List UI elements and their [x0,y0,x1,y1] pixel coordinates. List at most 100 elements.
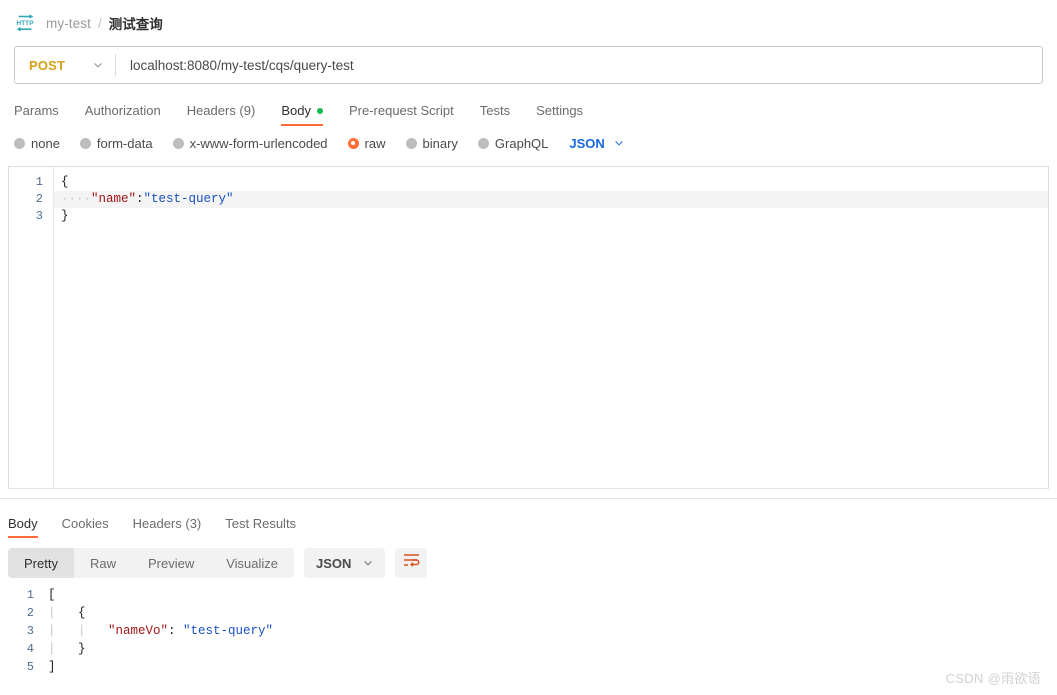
tab-tests[interactable]: Tests [480,103,510,126]
tab-authorization[interactable]: Authorization [85,103,161,126]
tab-settings-label: Settings [536,103,584,118]
code-line: ] [46,658,1057,676]
response-code: [ | { | | "nameVo": "test-query" | } ] [46,586,1057,676]
response-tab-body[interactable]: Body [8,516,38,538]
response-view-mode-group: Pretty Raw Preview Visualize [8,548,295,578]
response-tab-body-label: Body [8,516,38,531]
response-tab-cookies-label: Cookies [61,516,109,531]
line-number: 1 [26,588,34,602]
tab-headers-label: Headers (9) [186,103,256,118]
tab-params[interactable]: Params [14,103,59,126]
body-type-selector: none form-data x-www-form-urlencoded raw… [0,128,1057,158]
line-number: 1 [35,175,43,189]
view-mode-raw[interactable]: Raw [74,548,132,578]
code-line: | } [46,640,1057,658]
radio-selected-icon [347,137,359,149]
word-wrap-button[interactable] [395,548,428,578]
code-token: ] [48,660,56,674]
indent-guide: | [48,606,79,620]
tab-tests-label: Tests [479,103,511,118]
tab-body[interactable]: Body [281,103,323,126]
view-mode-pretty-label: Pretty [24,555,58,571]
body-format-label: JSON [569,135,605,151]
response-toolbar: Pretty Raw Preview Visualize JSON [0,548,1057,578]
tab-authorization-label: Authorization [84,103,161,118]
word-wrap-icon [403,553,420,573]
radio-icon [477,137,489,149]
body-type-binary-label: binary [422,135,458,151]
body-format-selector[interactable]: JSON [569,136,623,151]
view-mode-raw-label: Raw [89,555,116,571]
watermark: CSDN @雨欲语 [945,671,1041,686]
response-gutter: 1 2 3 4 5 [0,586,46,676]
indent-dots: ···· [61,192,92,206]
line-number: 4 [26,642,34,656]
breadcrumb-parent[interactable]: my-test [46,16,91,31]
line-number: 2 [35,192,43,206]
code-token: } [61,209,69,223]
code-line: { [54,174,1048,191]
request-url-bar: POST [14,46,1043,84]
svg-text:HTTP: HTTP [16,20,34,27]
http-method-selector[interactable]: POST [15,47,115,83]
code-line: ····"name":"test-query" [54,191,1048,208]
view-mode-preview-label: Preview [147,555,195,571]
code-token-string: "test-query" [143,192,234,206]
tab-headers[interactable]: Headers (9) [187,103,256,126]
line-number: 2 [26,606,34,620]
code-token-punc: : [168,624,184,638]
body-type-raw[interactable]: raw [347,135,386,151]
line-number: 5 [26,660,34,674]
body-type-graphql-label: GraphQL [494,135,549,151]
request-url-input[interactable] [116,47,1042,83]
code-token: { [78,606,86,620]
request-body-editor[interactable]: 1 2 3 { ····"name":"test-query" } [8,166,1049,489]
view-mode-preview[interactable]: Preview [132,548,210,578]
view-mode-visualize[interactable]: Visualize [210,548,294,578]
response-tab-test-results[interactable]: Test Results [225,516,296,538]
chevron-down-icon [363,558,373,568]
breadcrumb: HTTP my-test / 测试查询 [0,0,1057,46]
response-tab-headers-label: Headers (3) [132,516,202,531]
code-token: { [61,175,69,189]
tab-pre-request-script[interactable]: Pre-request Script [349,103,454,126]
response-tab-headers[interactable]: Headers (3) [133,516,202,538]
code-token: } [78,642,86,656]
response-tab-test-results-label: Test Results [225,516,297,531]
tab-body-label: Body [281,103,311,118]
view-mode-visualize-label: Visualize [226,555,279,571]
line-number: 3 [35,209,43,223]
code-line: [ [46,586,1057,604]
radio-icon [172,137,184,149]
view-mode-pretty[interactable]: Pretty [8,548,74,578]
code-token-string: "test-query" [183,624,274,638]
response-format-label: JSON [316,555,352,571]
tab-settings[interactable]: Settings [536,103,583,126]
response-tab-bar: Body Cookies Headers (3) Test Results [0,508,1057,538]
response-body-viewer[interactable]: 1 2 3 4 5 [ | { | | "nameVo": "test-quer… [0,586,1057,676]
body-type-form-data[interactable]: form-data [79,135,153,151]
body-type-form-data-label: form-data [96,135,153,151]
indent-guide: | [48,642,79,656]
breadcrumb-current[interactable]: 测试查询 [109,13,163,33]
body-modified-dot-icon [316,107,323,114]
chevron-down-icon [614,138,624,148]
request-editor-code[interactable]: { ····"name":"test-query" } [53,167,1048,488]
response-format-selector[interactable]: JSON [304,548,386,578]
code-token: [ [48,588,56,602]
breadcrumb-separator: / [97,15,102,31]
code-line: | { [46,604,1057,622]
response-pane-divider [0,498,1057,499]
body-type-none[interactable]: none [14,136,60,151]
tab-pre-request-script-label: Pre-request Script [348,103,454,118]
body-type-none-label: none [31,135,60,151]
response-tab-cookies[interactable]: Cookies [62,516,109,538]
body-type-urlencoded[interactable]: x-www-form-urlencoded [172,135,328,151]
body-type-raw-label: raw [364,135,386,151]
body-type-binary[interactable]: binary [405,135,458,151]
body-type-graphql[interactable]: GraphQL [477,135,549,151]
radio-icon [405,137,417,149]
code-token-key: "name" [91,192,137,206]
body-type-urlencoded-label: x-www-form-urlencoded [189,135,328,151]
code-token-key: "nameVo" [108,624,169,638]
